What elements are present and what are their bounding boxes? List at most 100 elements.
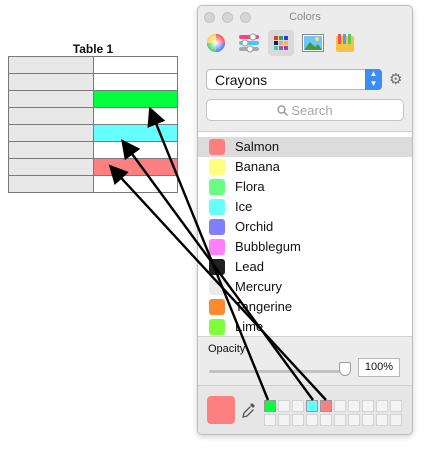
saved-swatch-cell[interactable]	[362, 414, 374, 426]
color-list-item[interactable]: Mercury	[198, 277, 412, 297]
table-cell[interactable]	[8, 73, 94, 91]
gear-icon[interactable]: ⚙	[389, 70, 402, 88]
color-wheel-icon[interactable]	[203, 30, 229, 56]
saved-swatch-cell[interactable]	[376, 400, 388, 412]
image-palette-icon[interactable]	[300, 30, 326, 56]
swatch-area	[198, 385, 412, 434]
table-row	[8, 158, 178, 176]
table-cell[interactable]	[8, 141, 94, 159]
table-title: Table 1	[72, 42, 114, 56]
table-cell[interactable]	[93, 124, 178, 142]
table-row	[8, 73, 178, 91]
color-mode-toolbar	[198, 28, 412, 58]
search-field[interactable]: Search	[206, 99, 404, 121]
color-list-item[interactable]: Lime	[198, 317, 412, 337]
opacity-slider-thumb[interactable]	[339, 362, 351, 376]
table-row	[8, 90, 178, 108]
color-name: Bubblegum	[235, 239, 301, 254]
table-cell[interactable]	[93, 107, 178, 125]
color-name: Banana	[235, 159, 280, 174]
pencils-icon[interactable]	[332, 30, 358, 56]
color-list-item[interactable]: Bubblegum	[198, 237, 412, 257]
color-list-item[interactable]: Banana	[198, 157, 412, 177]
palette-dropdown[interactable]: Crayons ▲ ▼	[206, 69, 382, 90]
table-cell[interactable]	[93, 73, 178, 91]
saved-swatch-cell[interactable]	[376, 414, 388, 426]
color-list-item[interactable]: Flora	[198, 177, 412, 197]
table-row	[8, 141, 178, 159]
saved-swatch-cell[interactable]	[306, 414, 318, 426]
saved-swatch-cell[interactable]	[334, 400, 346, 412]
table-cell[interactable]	[93, 90, 178, 108]
title-bar[interactable]: Colors	[198, 6, 412, 28]
saved-swatch-cell[interactable]	[292, 414, 304, 426]
saved-swatch-cell[interactable]	[278, 400, 290, 412]
table-cell[interactable]	[8, 175, 94, 193]
panel-title: Colors	[289, 11, 321, 23]
colors-panel: Colors Crayons ▲ ▼ ⚙ Search Salmon Banana F…	[197, 5, 413, 435]
color-swatch	[209, 179, 225, 195]
color-swatch	[209, 259, 225, 275]
palettes-icon[interactable]	[268, 30, 294, 56]
color-swatch	[209, 139, 225, 155]
color-swatch	[209, 299, 225, 315]
table-cell[interactable]	[8, 124, 94, 142]
color-swatch	[209, 159, 225, 175]
color-name: Mercury	[235, 279, 282, 294]
table-row	[8, 107, 178, 125]
color-list-item[interactable]: Salmon	[198, 137, 412, 157]
color-swatch	[209, 319, 225, 335]
color-name: Salmon	[235, 139, 280, 154]
color-list-item[interactable]: Ice	[198, 197, 412, 217]
sliders-icon[interactable]	[236, 30, 262, 56]
color-list[interactable]: Salmon Banana Flora Ice Orchid Bubblegum Lead M…	[198, 131, 412, 337]
table-cell[interactable]	[8, 107, 94, 125]
saved-swatch-cell[interactable]	[390, 414, 402, 426]
opacity-slider[interactable]	[209, 370, 349, 373]
saved-swatch-cell[interactable]	[348, 400, 360, 412]
color-name: Lead	[235, 259, 264, 274]
color-name: Flora	[235, 179, 265, 194]
table-cell[interactable]	[8, 56, 94, 74]
saved-swatch-cell[interactable]	[264, 400, 276, 412]
color-swatch	[209, 279, 225, 295]
dropdown-arrows-icon: ▲ ▼	[365, 69, 382, 90]
color-name: Tangerine	[235, 299, 293, 314]
color-list-item[interactable]: Lead	[198, 257, 412, 277]
saved-swatch-cell[interactable]	[334, 414, 346, 426]
color-name: Orchid	[235, 219, 274, 234]
table-cell[interactable]	[93, 158, 178, 176]
color-list-item[interactable]: Orchid	[198, 217, 412, 237]
saved-swatch-cell[interactable]	[278, 414, 290, 426]
color-swatch	[209, 219, 225, 235]
table-cell[interactable]	[93, 141, 178, 159]
saved-swatch-cell[interactable]	[320, 414, 332, 426]
table-row	[8, 124, 178, 142]
table-row	[8, 175, 178, 193]
saved-swatch-cell[interactable]	[348, 414, 360, 426]
color-name: Ice	[235, 199, 253, 214]
color-swatch	[209, 239, 225, 255]
table-cell[interactable]	[8, 158, 94, 176]
table-cell[interactable]	[93, 56, 178, 74]
current-color-well[interactable]	[207, 396, 235, 424]
palette-dropdown-value: Crayons	[215, 72, 268, 88]
opacity-label: Opacity	[208, 343, 246, 355]
color-swatch	[209, 199, 225, 215]
saved-swatch-cell[interactable]	[320, 400, 332, 412]
saved-swatch-cell[interactable]	[306, 400, 318, 412]
data-table	[8, 56, 178, 193]
saved-swatch-cell[interactable]	[362, 400, 374, 412]
color-list-item[interactable]: Tangerine	[198, 297, 412, 317]
saved-swatch-cell[interactable]	[390, 400, 402, 412]
table-cell[interactable]	[8, 90, 94, 108]
opacity-value-field[interactable]: 100%	[358, 358, 400, 377]
saved-swatch-cell[interactable]	[292, 400, 304, 412]
search-icon	[277, 105, 289, 117]
search-placeholder: Search	[207, 103, 403, 118]
table-cell[interactable]	[93, 175, 178, 193]
table-row	[8, 56, 178, 74]
eyedropper-icon[interactable]	[242, 402, 256, 421]
color-name: Lime	[235, 319, 264, 334]
saved-swatch-cell[interactable]	[264, 414, 276, 426]
